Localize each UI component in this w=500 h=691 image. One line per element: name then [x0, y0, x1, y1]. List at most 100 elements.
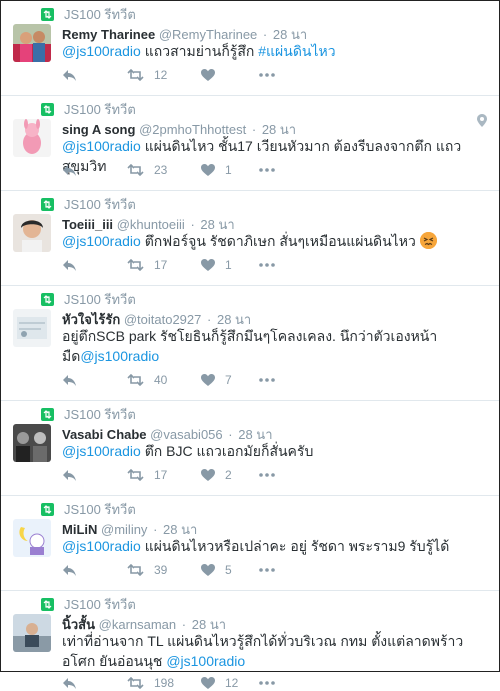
retweet-context: JS100 รีทวีต [41, 406, 136, 422]
like-count: 12 [225, 676, 239, 690]
retweet-count: 12 [154, 68, 168, 82]
retweet-badge-icon [41, 102, 54, 116]
timestamp[interactable]: 28 นา [200, 217, 234, 232]
retweet-button[interactable]: 17 [127, 468, 201, 482]
display-name[interactable]: MiLiN [62, 522, 97, 537]
mention-link[interactable]: @js100radio [62, 538, 141, 554]
mention-link[interactable]: @js100radio [62, 443, 141, 459]
timestamp[interactable]: 28 นา [217, 312, 251, 327]
reply-icon [63, 469, 76, 481]
retweet-button[interactable]: 17 [127, 258, 201, 272]
retweet-context: JS100 รีทวีต [41, 196, 136, 212]
more-button[interactable] [259, 378, 275, 382]
display-name[interactable]: Remy Tharinee [62, 27, 155, 42]
more-button[interactable] [259, 473, 275, 477]
tweet[interactable]: JS100 รีทวีต Vasabi Chabe @vasabi056 · 2… [1, 401, 499, 496]
retweet-button[interactable]: 198 [127, 676, 201, 690]
retweet-button[interactable]: 23 [127, 163, 201, 177]
mention-link[interactable]: @js100radio [62, 43, 141, 59]
avatar[interactable] [13, 119, 51, 157]
timestamp[interactable]: 28 นา [273, 27, 307, 42]
like-button[interactable]: 12 [201, 676, 259, 690]
more-icon [259, 263, 275, 267]
more-button[interactable] [259, 263, 275, 267]
tweet[interactable]: JS100 รีทวีต sing A song @2pmhoThhottest… [1, 96, 499, 191]
retweet-button[interactable]: 40 [127, 373, 201, 387]
like-button[interactable]: 5 [201, 563, 259, 577]
reply-icon [63, 564, 76, 576]
like-button[interactable] [201, 68, 259, 82]
reply-button[interactable] [62, 677, 127, 690]
display-name[interactable]: Vasabi Chabe [62, 427, 147, 442]
like-button[interactable]: 2 [201, 468, 259, 482]
more-button[interactable] [259, 73, 275, 77]
username[interactable]: @RemyTharinee [159, 27, 257, 42]
reply-icon [63, 259, 76, 271]
tweet-text: อยู่ตึกSCB park รัชโยธินก็รู้สึกมึนๆโคลง… [62, 328, 438, 364]
more-icon [259, 568, 275, 572]
retweet-label: JS100 รีทวีต [64, 501, 136, 517]
reply-icon [63, 69, 76, 81]
avatar[interactable] [13, 614, 51, 652]
tweet[interactable]: JS100 รีทวีต Toeiii_iii @khuntoeiii · 28… [1, 191, 499, 286]
mention-link[interactable]: @js100radio [62, 233, 141, 249]
display-name[interactable]: หัวใจไร้รัก [62, 312, 120, 327]
like-button[interactable]: 1 [201, 163, 259, 177]
username[interactable]: @karnsaman [99, 617, 177, 632]
avatar[interactable] [13, 24, 51, 62]
reply-button[interactable] [62, 69, 127, 82]
timestamp[interactable]: 28 นา [262, 122, 296, 137]
tweet-actions: 23 1 [62, 162, 275, 178]
more-button[interactable] [259, 681, 275, 685]
more-icon [259, 73, 275, 77]
retweet-button[interactable]: 39 [127, 563, 201, 577]
like-button[interactable]: 1 [201, 258, 259, 272]
reply-button[interactable] [62, 564, 127, 577]
tweet-text: @js100radio ตึกฟอร์จูน รัชดาภิเษก สั่นๆเ… [62, 231, 482, 251]
avatar[interactable] [13, 214, 51, 252]
mention-link[interactable]: @js100radio [80, 348, 159, 364]
display-name[interactable]: sing A song [62, 122, 135, 137]
avatar[interactable] [13, 424, 51, 462]
retweet-icon [127, 374, 144, 386]
username[interactable]: @2pmhoThhottest [139, 122, 246, 137]
retweet-label: JS100 รีทวีต [64, 596, 136, 612]
tweet[interactable]: JS100 รีทวีต หัวใจไร้รัก @toitato2927 · … [1, 286, 499, 401]
retweet-icon [127, 564, 144, 576]
username[interactable]: @khuntoeiii [117, 217, 185, 232]
reply-button[interactable] [62, 259, 127, 272]
hashtag-link[interactable]: #แผ่นดินไหว [258, 43, 335, 59]
more-icon [259, 681, 275, 685]
tweet-text: เท่าที่อ่านจาก TL แผ่นดินไหวรู้สึกได้ทั่… [62, 633, 464, 669]
reply-button[interactable] [62, 164, 127, 177]
display-name[interactable]: Toeiii_iii [62, 217, 113, 232]
timestamp[interactable]: 28 นา [192, 617, 226, 632]
reply-button[interactable] [62, 374, 127, 387]
mention-link[interactable]: @js100radio [62, 138, 141, 154]
retweet-icon [127, 164, 144, 176]
tweet[interactable]: JS100 รีทวีต MiLiN @miliny · 28 นา @js10… [1, 496, 499, 591]
username[interactable]: @vasabi056 [150, 427, 222, 442]
like-count: 5 [225, 563, 232, 577]
retweet-badge-icon [41, 7, 54, 21]
location-pin-icon[interactable] [477, 114, 487, 127]
retweet-button[interactable]: 12 [127, 68, 201, 82]
mention-link[interactable]: @js100radio [166, 653, 245, 669]
like-count: 1 [225, 163, 232, 177]
reply-button[interactable] [62, 469, 127, 482]
tweet-actions: 17 2 [62, 467, 275, 483]
avatar[interactable] [13, 519, 51, 557]
more-icon [259, 168, 275, 172]
timestamp[interactable]: 28 นา [238, 427, 272, 442]
timestamp[interactable]: 28 นา [163, 522, 197, 537]
retweet-context: JS100 รีทวีต [41, 101, 136, 117]
username[interactable]: @miliny [101, 522, 147, 537]
like-button[interactable]: 7 [201, 373, 259, 387]
more-button[interactable] [259, 168, 275, 172]
username[interactable]: @toitato2927 [124, 312, 202, 327]
tweet[interactable]: JS100 รีทวีต Remy Tharinee @RemyTharinee… [1, 1, 499, 96]
retweet-count: 198 [154, 676, 175, 690]
display-name[interactable]: นิ้วสั้น [62, 617, 95, 632]
more-button[interactable] [259, 568, 275, 572]
avatar[interactable] [13, 309, 51, 347]
